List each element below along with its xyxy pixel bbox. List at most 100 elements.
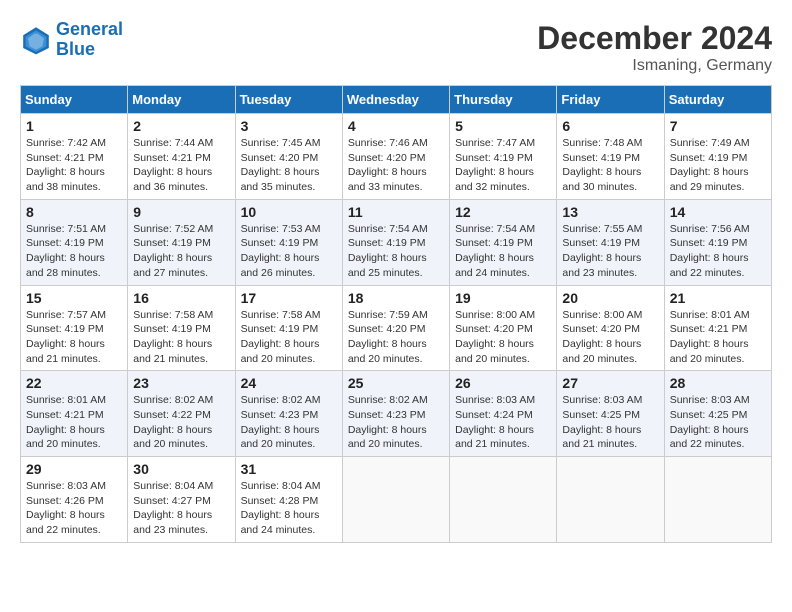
sunrise-label: Sunrise: 8:01 AM xyxy=(670,309,750,321)
day-number: 10 xyxy=(241,204,337,220)
daylight-label: Daylight: 8 hours and 27 minutes. xyxy=(133,252,212,279)
calendar-week-3: 15 Sunrise: 7:57 AM Sunset: 4:19 PM Dayl… xyxy=(21,285,772,371)
sunrise-label: Sunrise: 8:03 AM xyxy=(670,394,750,406)
calendar-cell: 30 Sunrise: 8:04 AM Sunset: 4:27 PM Dayl… xyxy=(128,457,235,543)
sunset-label: Sunset: 4:19 PM xyxy=(670,237,748,249)
day-info: Sunrise: 7:45 AM Sunset: 4:20 PM Dayligh… xyxy=(241,136,337,195)
day-info: Sunrise: 7:49 AM Sunset: 4:19 PM Dayligh… xyxy=(670,136,766,195)
calendar-cell: 15 Sunrise: 7:57 AM Sunset: 4:19 PM Dayl… xyxy=(21,285,128,371)
day-number: 25 xyxy=(348,375,444,391)
day-number: 12 xyxy=(455,204,551,220)
day-number: 11 xyxy=(348,204,444,220)
daylight-label: Daylight: 8 hours and 20 minutes. xyxy=(26,424,105,451)
day-info: Sunrise: 8:00 AM Sunset: 4:20 PM Dayligh… xyxy=(562,308,658,367)
day-info: Sunrise: 8:03 AM Sunset: 4:24 PM Dayligh… xyxy=(455,393,551,452)
calendar-cell: 9 Sunrise: 7:52 AM Sunset: 4:19 PM Dayli… xyxy=(128,199,235,285)
day-info: Sunrise: 8:01 AM Sunset: 4:21 PM Dayligh… xyxy=(26,393,122,452)
day-number: 13 xyxy=(562,204,658,220)
calendar-cell: 31 Sunrise: 8:04 AM Sunset: 4:28 PM Dayl… xyxy=(235,457,342,543)
day-info: Sunrise: 7:54 AM Sunset: 4:19 PM Dayligh… xyxy=(455,222,551,281)
sunrise-label: Sunrise: 7:56 AM xyxy=(670,223,750,235)
day-info: Sunrise: 7:48 AM Sunset: 4:19 PM Dayligh… xyxy=(562,136,658,195)
daylight-label: Daylight: 8 hours and 26 minutes. xyxy=(241,252,320,279)
sunset-label: Sunset: 4:25 PM xyxy=(562,409,640,421)
day-number: 7 xyxy=(670,118,766,134)
sunset-label: Sunset: 4:23 PM xyxy=(241,409,319,421)
calendar-week-1: 1 Sunrise: 7:42 AM Sunset: 4:21 PM Dayli… xyxy=(21,114,772,200)
sunset-label: Sunset: 4:19 PM xyxy=(562,152,640,164)
day-info: Sunrise: 7:42 AM Sunset: 4:21 PM Dayligh… xyxy=(26,136,122,195)
day-number: 20 xyxy=(562,290,658,306)
calendar-cell: 16 Sunrise: 7:58 AM Sunset: 4:19 PM Dayl… xyxy=(128,285,235,371)
col-friday: Friday xyxy=(557,86,664,114)
sunset-label: Sunset: 4:20 PM xyxy=(348,152,426,164)
daylight-label: Daylight: 8 hours and 29 minutes. xyxy=(670,166,749,193)
sunset-label: Sunset: 4:28 PM xyxy=(241,495,319,507)
sunset-label: Sunset: 4:21 PM xyxy=(26,152,104,164)
calendar-cell: 22 Sunrise: 8:01 AM Sunset: 4:21 PM Dayl… xyxy=(21,371,128,457)
sunset-label: Sunset: 4:19 PM xyxy=(455,237,533,249)
sunrise-label: Sunrise: 7:54 AM xyxy=(455,223,535,235)
sunrise-label: Sunrise: 7:49 AM xyxy=(670,137,750,149)
sunset-label: Sunset: 4:19 PM xyxy=(670,152,748,164)
day-number: 2 xyxy=(133,118,229,134)
calendar-cell: 17 Sunrise: 7:58 AM Sunset: 4:19 PM Dayl… xyxy=(235,285,342,371)
calendar-week-5: 29 Sunrise: 8:03 AM Sunset: 4:26 PM Dayl… xyxy=(21,457,772,543)
daylight-label: Daylight: 8 hours and 20 minutes. xyxy=(133,424,212,451)
daylight-label: Daylight: 8 hours and 20 minutes. xyxy=(562,338,641,365)
sunrise-label: Sunrise: 8:03 AM xyxy=(455,394,535,406)
sunrise-label: Sunrise: 8:04 AM xyxy=(133,480,213,492)
sunset-label: Sunset: 4:20 PM xyxy=(562,323,640,335)
daylight-label: Daylight: 8 hours and 22 minutes. xyxy=(670,252,749,279)
day-number: 23 xyxy=(133,375,229,391)
sunset-label: Sunset: 4:27 PM xyxy=(133,495,211,507)
sunset-label: Sunset: 4:24 PM xyxy=(455,409,533,421)
daylight-label: Daylight: 8 hours and 22 minutes. xyxy=(26,509,105,536)
calendar-cell: 4 Sunrise: 7:46 AM Sunset: 4:20 PM Dayli… xyxy=(342,114,449,200)
day-number: 4 xyxy=(348,118,444,134)
day-info: Sunrise: 7:54 AM Sunset: 4:19 PM Dayligh… xyxy=(348,222,444,281)
col-tuesday: Tuesday xyxy=(235,86,342,114)
daylight-label: Daylight: 8 hours and 20 minutes. xyxy=(670,338,749,365)
calendar-cell: 3 Sunrise: 7:45 AM Sunset: 4:20 PM Dayli… xyxy=(235,114,342,200)
sunrise-label: Sunrise: 8:02 AM xyxy=(133,394,213,406)
day-info: Sunrise: 7:55 AM Sunset: 4:19 PM Dayligh… xyxy=(562,222,658,281)
sunset-label: Sunset: 4:19 PM xyxy=(348,237,426,249)
day-number: 18 xyxy=(348,290,444,306)
location: Ismaning, Germany xyxy=(537,57,772,75)
day-info: Sunrise: 7:58 AM Sunset: 4:19 PM Dayligh… xyxy=(133,308,229,367)
month-title: December 2024 xyxy=(537,20,772,57)
day-info: Sunrise: 8:00 AM Sunset: 4:20 PM Dayligh… xyxy=(455,308,551,367)
daylight-label: Daylight: 8 hours and 30 minutes. xyxy=(562,166,641,193)
sunrise-label: Sunrise: 7:54 AM xyxy=(348,223,428,235)
sunrise-label: Sunrise: 7:59 AM xyxy=(348,309,428,321)
daylight-label: Daylight: 8 hours and 32 minutes. xyxy=(455,166,534,193)
calendar-cell: 25 Sunrise: 8:02 AM Sunset: 4:23 PM Dayl… xyxy=(342,371,449,457)
calendar-cell xyxy=(342,457,449,543)
calendar-cell: 24 Sunrise: 8:02 AM Sunset: 4:23 PM Dayl… xyxy=(235,371,342,457)
sunrise-label: Sunrise: 7:46 AM xyxy=(348,137,428,149)
day-number: 21 xyxy=(670,290,766,306)
sunset-label: Sunset: 4:19 PM xyxy=(133,323,211,335)
calendar-header-row: Sunday Monday Tuesday Wednesday Thursday… xyxy=(21,86,772,114)
calendar-cell xyxy=(450,457,557,543)
sunset-label: Sunset: 4:19 PM xyxy=(133,237,211,249)
day-info: Sunrise: 7:47 AM Sunset: 4:19 PM Dayligh… xyxy=(455,136,551,195)
day-number: 5 xyxy=(455,118,551,134)
calendar-cell: 28 Sunrise: 8:03 AM Sunset: 4:25 PM Dayl… xyxy=(664,371,771,457)
day-number: 3 xyxy=(241,118,337,134)
sunset-label: Sunset: 4:20 PM xyxy=(348,323,426,335)
daylight-label: Daylight: 8 hours and 28 minutes. xyxy=(26,252,105,279)
calendar-cell: 1 Sunrise: 7:42 AM Sunset: 4:21 PM Dayli… xyxy=(21,114,128,200)
sunrise-label: Sunrise: 7:42 AM xyxy=(26,137,106,149)
sunrise-label: Sunrise: 7:53 AM xyxy=(241,223,321,235)
calendar-table: Sunday Monday Tuesday Wednesday Thursday… xyxy=(20,85,772,543)
sunrise-label: Sunrise: 7:57 AM xyxy=(26,309,106,321)
day-info: Sunrise: 8:04 AM Sunset: 4:28 PM Dayligh… xyxy=(241,479,337,538)
calendar-cell: 14 Sunrise: 7:56 AM Sunset: 4:19 PM Dayl… xyxy=(664,199,771,285)
day-info: Sunrise: 8:02 AM Sunset: 4:22 PM Dayligh… xyxy=(133,393,229,452)
sunrise-label: Sunrise: 8:00 AM xyxy=(455,309,535,321)
day-info: Sunrise: 7:53 AM Sunset: 4:19 PM Dayligh… xyxy=(241,222,337,281)
daylight-label: Daylight: 8 hours and 21 minutes. xyxy=(455,424,534,451)
day-number: 28 xyxy=(670,375,766,391)
